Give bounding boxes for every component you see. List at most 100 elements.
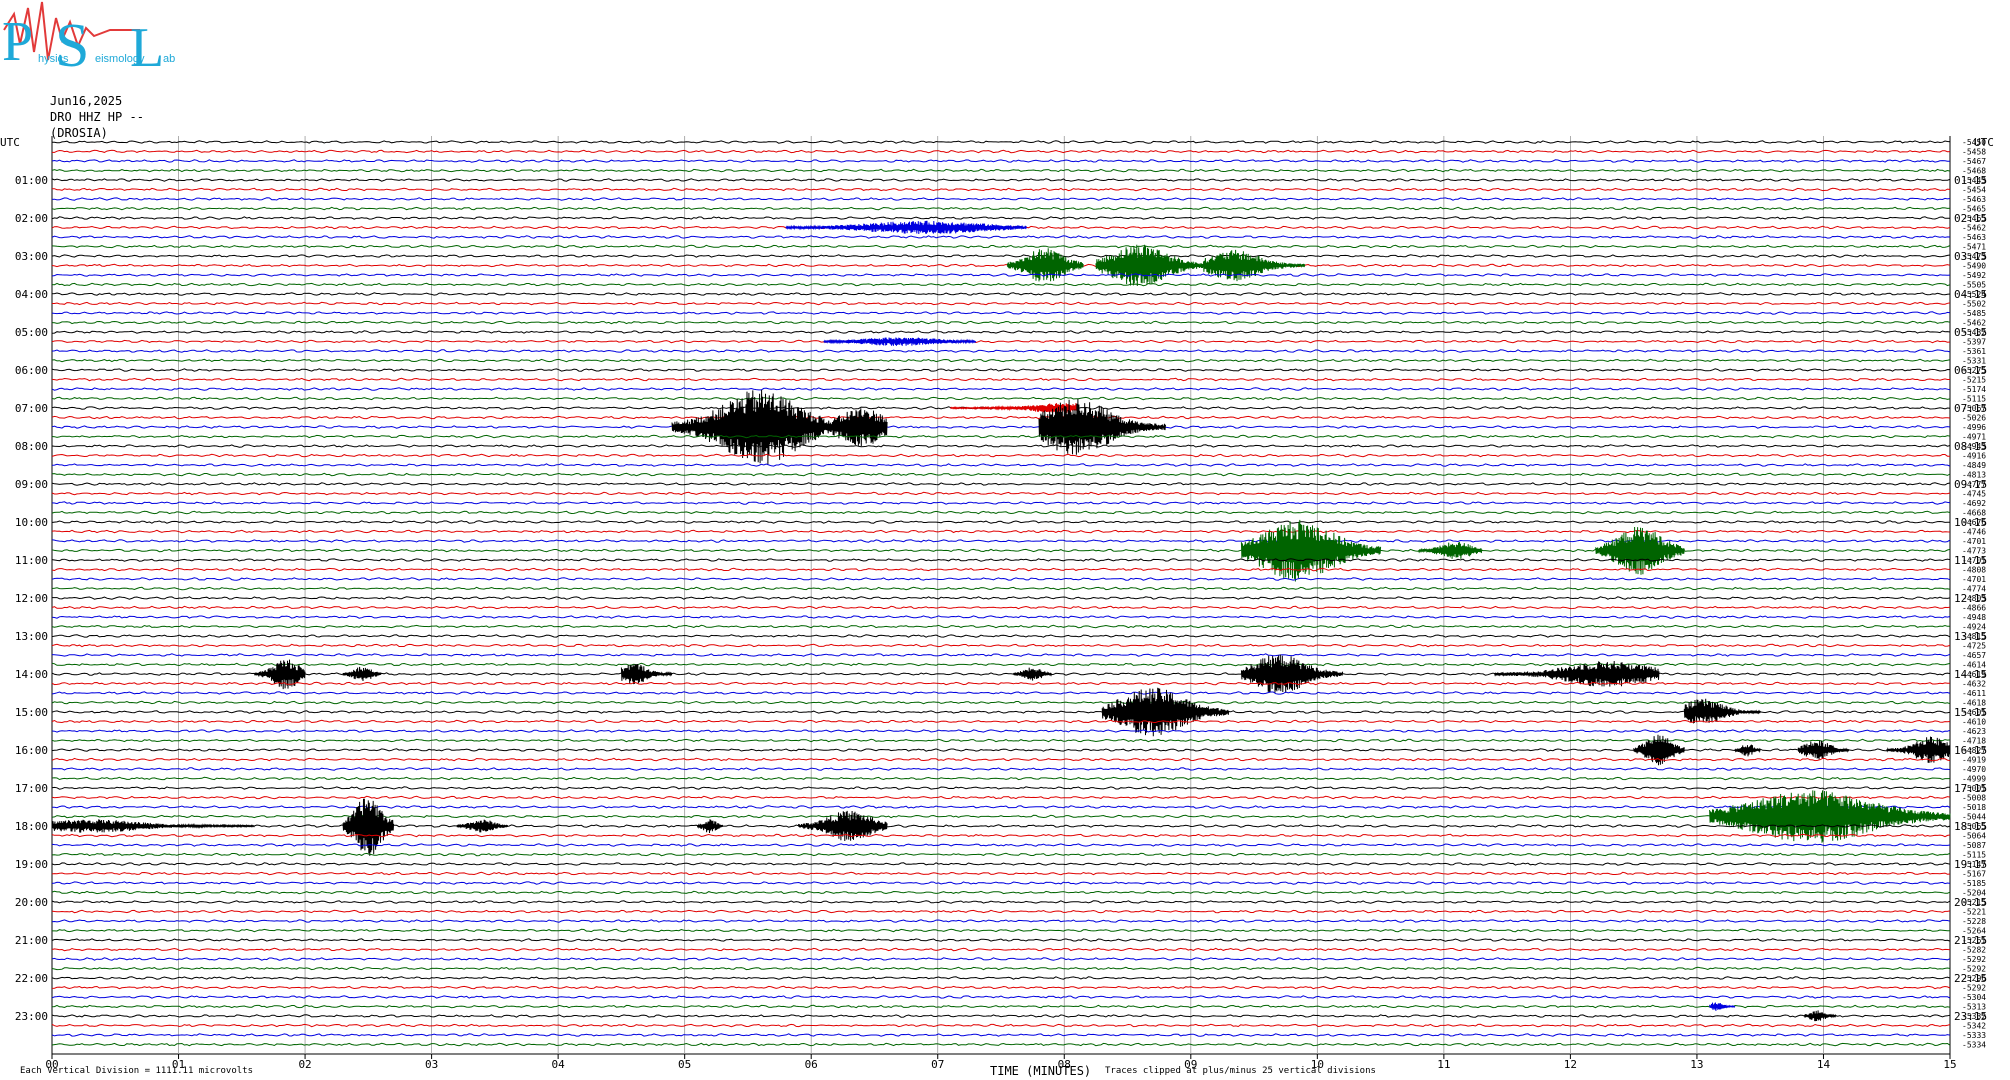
- seismic-trace: [51, 586, 1951, 591]
- vertical-division-note: Each Vertical Division = 1111.11 microvo…: [20, 1066, 253, 1076]
- seismic-trace: [51, 1004, 1951, 1009]
- seismic-trace: [51, 358, 1951, 363]
- seismic-trace: [51, 672, 1951, 676]
- seismic-trace: [51, 833, 1951, 838]
- seismic-trace: [51, 387, 1951, 391]
- trace-offset-label: -5492: [1962, 271, 1986, 280]
- seismic-trace: [51, 320, 1951, 325]
- seismic-trace: [51, 1042, 1951, 1047]
- x-tick-label: 06: [805, 1058, 818, 1071]
- seismic-event: [1734, 744, 1761, 757]
- clip-note: Traces clipped at plus/minus 25 vertical…: [1105, 1066, 1376, 1076]
- seismic-trace: [51, 1014, 1951, 1018]
- seismic-trace: [51, 605, 1951, 610]
- trace-offset-label: -5018: [1962, 803, 1986, 812]
- trace-offset-label: -5333: [1962, 1031, 1986, 1040]
- seismic-event: [1418, 541, 1483, 559]
- seismic-trace: [51, 786, 1951, 790]
- seismic-trace: [52, 149, 1951, 154]
- trace-offset-label: -5185: [1962, 879, 1986, 888]
- helicorder-plot: 00 01 02 03 04 05 06 07 08 09 10 11 12 13 14 15-5450-54…: [0, 136, 1994, 1071]
- seismic-trace: [51, 871, 1951, 876]
- left-hour-label: 06:00: [15, 364, 48, 377]
- left-hour-label: 07:00: [15, 402, 48, 415]
- seismic-trace: [51, 463, 1951, 467]
- trace-offset-label: -4996: [1962, 423, 1986, 432]
- seismic-trace: [51, 415, 1951, 420]
- seismic-trace: [51, 881, 1951, 885]
- right-hour-label: 04:15: [1954, 288, 1987, 301]
- x-tick-label: 07: [931, 1058, 944, 1071]
- left-hour-label: 01:00: [15, 174, 48, 187]
- seismic-trace: [51, 681, 1951, 686]
- seismic-trace: [51, 624, 1951, 629]
- trace-offset-label: -5467: [1962, 157, 1986, 166]
- seismic-trace: [51, 197, 1951, 201]
- seismic-trace: [51, 377, 1950, 382]
- trace-offset-label: -4970: [1962, 765, 1986, 774]
- seismic-trace: [51, 843, 1951, 847]
- seismic-trace: [51, 206, 1951, 211]
- right-hour-label: 18:15: [1954, 820, 1987, 833]
- right-hour-label: 09:15: [1954, 478, 1987, 491]
- seismic-trace: [51, 263, 1951, 268]
- seismic-trace: [52, 301, 1951, 306]
- seismic-trace: [51, 539, 1951, 543]
- right-hour-label: 01:15: [1954, 174, 1987, 187]
- seismic-trace: [51, 482, 1951, 486]
- seismic-trace: [51, 244, 1951, 249]
- right-hour-label: 22:15: [1954, 972, 1987, 985]
- left-hour-label: 15:00: [15, 706, 48, 719]
- seismic-trace: [51, 795, 1951, 800]
- seismic-event: [1006, 248, 1084, 282]
- x-tick-label: 14: [1817, 1058, 1831, 1071]
- seismic-trace: [51, 1023, 1951, 1028]
- right-hour-label: 12:15: [1954, 592, 1987, 605]
- seismic-event: [51, 819, 255, 833]
- x-tick-label: 13: [1690, 1058, 1703, 1071]
- left-hour-label: 04:00: [15, 288, 48, 301]
- left-hour-label: 11:00: [15, 554, 48, 567]
- left-hour-label: 13:00: [15, 630, 48, 643]
- seismic-event: [342, 666, 382, 682]
- left-hour-label: 02:00: [15, 212, 48, 225]
- left-hour-label: 21:00: [15, 934, 48, 947]
- right-hour-label: 02:15: [1954, 212, 1987, 225]
- seismic-trace: [51, 396, 1951, 401]
- seismic-trace: [51, 529, 1951, 534]
- seismic-trace: [51, 159, 1950, 163]
- seismic-trace: [51, 491, 1951, 496]
- seismic-event: [696, 819, 724, 834]
- seismic-trace: [51, 311, 1951, 315]
- seismic-event: [456, 819, 508, 833]
- seismic-event: [1709, 1002, 1736, 1011]
- seismic-event: [1013, 667, 1053, 681]
- seismic-event: [254, 659, 306, 690]
- left-hour-label: 17:00: [15, 782, 48, 795]
- seismic-trace: [51, 653, 1951, 657]
- left-hour-label: 08:00: [15, 440, 48, 453]
- seismic-trace: [51, 434, 1951, 439]
- seismic-trace: [51, 577, 1951, 581]
- seismic-trace: [51, 985, 1951, 990]
- trace-offset-label: -4701: [1962, 537, 1986, 546]
- seismic-trace: [51, 947, 1951, 952]
- trace-offset-label: -5361: [1962, 347, 1986, 356]
- trace-offset-label: -4611: [1962, 689, 1986, 698]
- right-hour-label: 15:15: [1954, 706, 1987, 719]
- seismic-trace: [51, 349, 1951, 353]
- seismic-event: [1095, 244, 1204, 287]
- left-hour-label: 12:00: [15, 592, 48, 605]
- left-utc-label: UTC: [0, 136, 20, 149]
- left-hour-label: 16:00: [15, 744, 48, 757]
- seismic-trace: [51, 643, 1951, 648]
- seismic-event: [1595, 526, 1685, 575]
- seismic-trace: [51, 824, 1951, 828]
- seismic-event: [798, 810, 888, 842]
- trace-offset-label: -4849: [1962, 461, 1986, 470]
- seismic-trace: [51, 330, 1951, 334]
- seismic-trace: [52, 928, 1951, 933]
- seismic-trace: [51, 282, 1951, 287]
- seismic-trace: [51, 691, 1951, 695]
- trace-offset-label: -4623: [1962, 727, 1986, 736]
